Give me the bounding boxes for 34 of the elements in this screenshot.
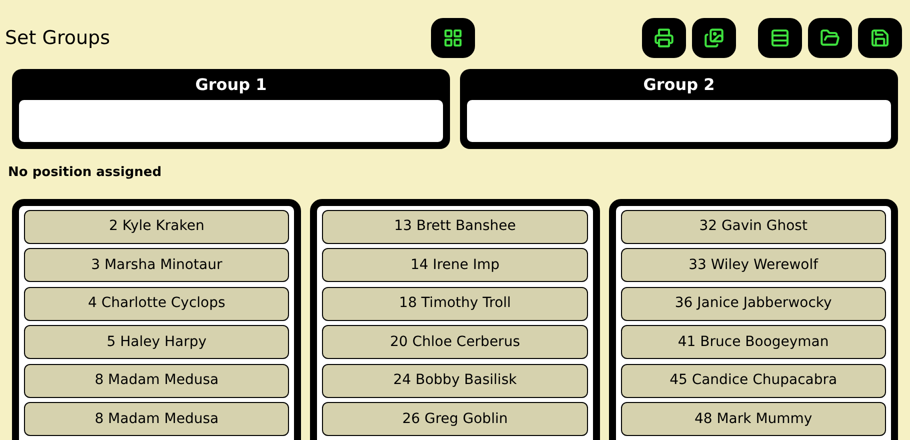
toolbar-button[interactable] [692, 18, 736, 58]
member-chip[interactable]: 8 Madam Medusa [24, 402, 290, 436]
group-title: Group 1 [194, 74, 268, 96]
toolbar-button[interactable] [642, 18, 686, 58]
folder-icon [820, 28, 840, 48]
member-chip[interactable]: 14 Irene Imp [322, 248, 588, 282]
toolbar-button[interactable] [858, 18, 902, 58]
member-chip[interactable]: 24 Bobby Basilisk [322, 364, 588, 398]
printer-icon [654, 28, 674, 48]
group-title: Group 2 [642, 74, 716, 96]
toolbar-button[interactable] [431, 18, 475, 58]
member-chip[interactable]: 5 Haley Harpy [24, 325, 290, 359]
unassigned-label: No position assigned [7, 164, 163, 182]
grid-icon [443, 28, 463, 48]
save-icon [870, 28, 890, 48]
member-chip[interactable]: 3 Marsha Minotaur [24, 248, 290, 282]
toolbar-button[interactable] [758, 18, 802, 58]
page-title: Set Groups [5, 26, 111, 51]
member-chip[interactable]: 2 Kyle Kraken [24, 210, 290, 244]
images-icon [704, 28, 724, 48]
member-chip[interactable]: 26 Greg Goblin [322, 402, 588, 436]
member-chip[interactable]: 4 Charlotte Cyclops [24, 286, 290, 320]
member-chip[interactable]: 13 Brett Banshee [322, 210, 588, 244]
member-chip[interactable]: 33 Wiley Werewolf [620, 248, 886, 282]
list-icon [770, 28, 790, 48]
member-chip[interactable]: 32 Gavin Ghost [620, 210, 886, 244]
member-chip[interactable]: 45 Candice Chupacabra [620, 364, 886, 398]
member-chip[interactable]: 8 Madam Medusa [24, 364, 290, 398]
member-chip[interactable]: 41 Bruce Boogeyman [620, 325, 886, 359]
member-chip[interactable]: 18 Timothy Troll [322, 286, 588, 320]
toolbar-button[interactable] [808, 18, 852, 58]
member-chip[interactable]: 36 Janice Jabberwocky [620, 286, 886, 320]
member-chip[interactable]: 20 Chloe Cerberus [322, 325, 588, 359]
member-chip[interactable]: 48 Mark Mummy [620, 402, 886, 436]
